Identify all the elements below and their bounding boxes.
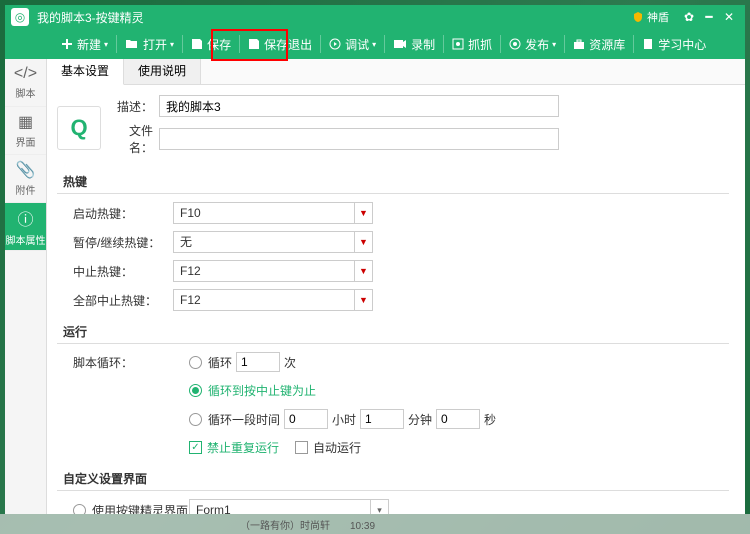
code-icon: </> [14, 65, 37, 83]
folder-icon [125, 38, 139, 50]
info-icon: ⓘ [17, 206, 33, 230]
save-icon [191, 38, 203, 50]
stopall-hotkey-label: 全部中止热键： [73, 292, 173, 309]
stop-hotkey-combo[interactable]: F12▼ [173, 260, 373, 282]
tab-basic[interactable]: 基本设置 [47, 59, 124, 85]
loop-duration-radio[interactable]: 循环一段时间 [189, 411, 280, 428]
toolbar: 新建▾ 打开▾ 保存 保存退出 调试▾ 录制 抓抓 发布▾ 资源库 学习中心 [5, 29, 745, 59]
book-icon [642, 38, 654, 50]
section-run: 运行 [57, 319, 729, 344]
dur-sec-input[interactable] [436, 409, 480, 429]
desc-input[interactable] [159, 95, 559, 117]
pause-hotkey-label: 暂停/继续热键： [73, 234, 173, 251]
section-hotkey: 热键 [57, 169, 729, 194]
capture-icon [452, 38, 464, 50]
chevron-down-icon: ▼ [354, 203, 372, 223]
file-input[interactable] [159, 128, 559, 150]
chevron-down-icon: ▼ [354, 232, 372, 252]
loop-times-input[interactable] [236, 352, 280, 372]
plus-icon [61, 38, 73, 50]
section-custom: 自定义设置界面 [57, 466, 729, 491]
record-button[interactable]: 录制 [387, 29, 441, 59]
loop-label: 脚本循环： [73, 354, 189, 371]
publish-icon [509, 38, 521, 50]
no-repeat-check[interactable]: 禁止重复运行 [189, 439, 279, 456]
chevron-down-icon: ▼ [354, 261, 372, 281]
sidebar-item-attach[interactable]: 📎附件 [5, 155, 46, 203]
new-button[interactable]: 新建▾ [55, 29, 114, 59]
window-title: 我的脚本3-按键精灵 [37, 9, 144, 26]
attach-icon: 📎 [16, 160, 36, 180]
loop-times-radio[interactable]: 循环 [189, 354, 232, 371]
save-button[interactable]: 保存 [185, 29, 237, 59]
file-label: 文件名： [111, 122, 159, 156]
minimize-button[interactable]: ━ [699, 10, 719, 24]
script-logo: Q [57, 106, 101, 150]
pause-hotkey-combo[interactable]: 无▼ [173, 231, 373, 253]
start-hotkey-label: 启动热键： [73, 205, 173, 222]
settings-icon[interactable]: ✿ [679, 10, 699, 24]
sidebar-item-ui[interactable]: ▦界面 [5, 107, 46, 155]
tabs: 基本设置 使用说明 [47, 59, 745, 85]
shield-icon [632, 11, 644, 23]
chevron-down-icon: ▾ [370, 500, 388, 514]
loop-until-radio[interactable]: 循环到按中止键为止 [189, 382, 316, 399]
play-icon [329, 38, 341, 50]
titlebar: ◎ 我的脚本3-按键精灵 神盾 ✿ ━ ✕ [5, 5, 745, 29]
capture-button[interactable]: 抓抓 [446, 29, 498, 59]
save-exit-button[interactable]: 保存退出 [242, 29, 318, 59]
start-hotkey-combo[interactable]: F10▼ [173, 202, 373, 224]
stopall-hotkey-combo[interactable]: F12▼ [173, 289, 373, 311]
sidebar-item-props[interactable]: ⓘ脚本属性 [5, 203, 46, 251]
save-exit-icon [248, 38, 260, 50]
chevron-down-icon: ▼ [354, 290, 372, 310]
tab-help[interactable]: 使用说明 [124, 59, 201, 84]
auto-run-check[interactable]: 自动运行 [295, 439, 361, 456]
sidebar-item-script[interactable]: </>脚本 [5, 59, 46, 107]
sidebar: </>脚本 ▦界面 📎附件 ⓘ脚本属性 [5, 59, 47, 514]
desc-label: 描述： [111, 98, 159, 115]
open-button[interactable]: 打开▾ [119, 29, 180, 59]
dur-min-input[interactable] [360, 409, 404, 429]
resource-button[interactable]: 资源库 [567, 29, 631, 59]
stop-hotkey-label: 中止热键： [73, 263, 173, 280]
camera-icon [393, 39, 407, 49]
publish-button[interactable]: 发布▾ [503, 29, 562, 59]
close-button[interactable]: ✕ [719, 10, 739, 24]
ui-elf-radio[interactable]: 使用按键精灵界面 [73, 502, 189, 515]
layout-icon: ▦ [18, 112, 33, 132]
dur-hour-input[interactable] [284, 409, 328, 429]
shield-badge[interactable]: 神盾 [632, 9, 669, 25]
content: Q 描述： 文件名： 热键 启动热键： F10▼ [47, 85, 745, 514]
briefcase-icon [573, 38, 585, 50]
learn-button[interactable]: 学习中心 [636, 29, 712, 59]
taskbar: （一路有你）时尚轩 10:39 [0, 514, 750, 534]
debug-button[interactable]: 调试▾ [323, 29, 382, 59]
app-logo: ◎ [11, 8, 29, 26]
ui-elf-combo[interactable]: Form1▾ [189, 499, 389, 514]
